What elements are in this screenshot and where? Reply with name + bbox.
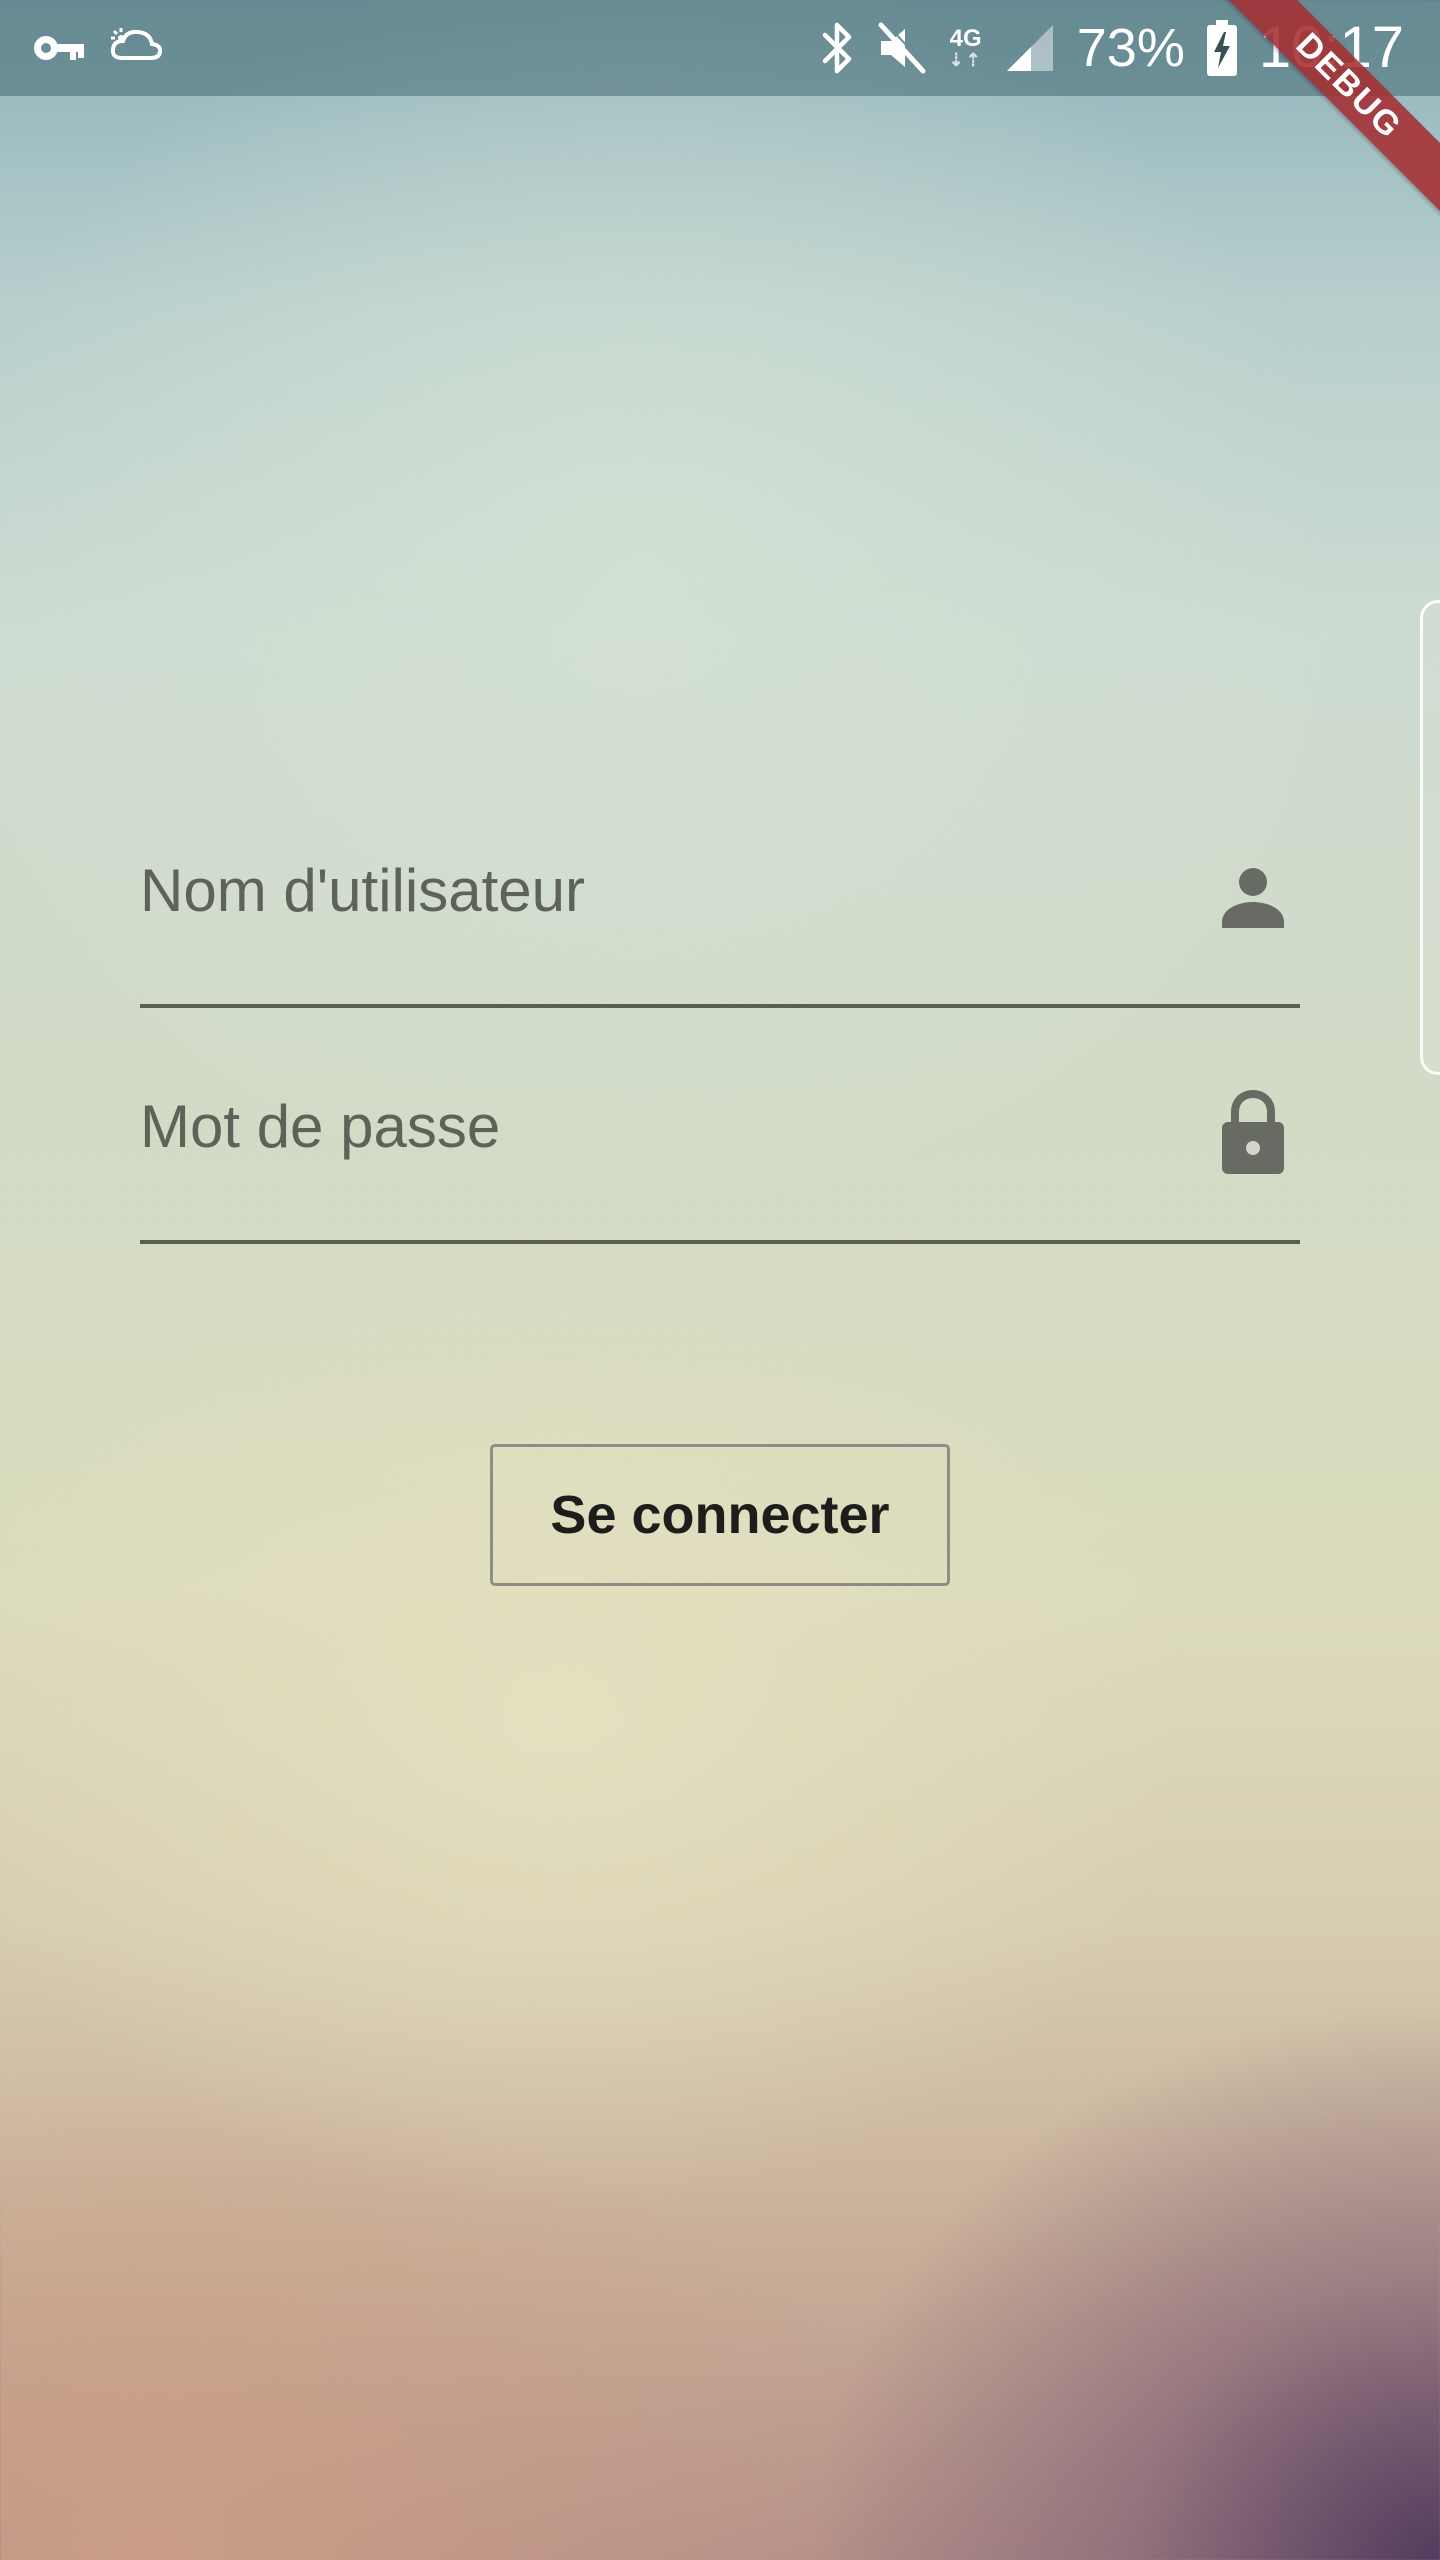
password-input[interactable]: [140, 1066, 1180, 1186]
network-activity-arrows: ⇣⇡: [948, 50, 983, 70]
status-bar-left: [32, 20, 164, 76]
clock: 10:17: [1258, 15, 1404, 80]
battery-charging-icon: [1206, 20, 1237, 76]
username-field: [140, 830, 1300, 1008]
password-field: [140, 1066, 1300, 1244]
vpn-key-icon: [32, 33, 86, 63]
person-icon: [1218, 852, 1288, 942]
status-bar: 4G ⇣⇡ 73% 10:17: [0, 0, 1440, 96]
edge-panel-handle[interactable]: [1420, 600, 1440, 1075]
data-saver-icon: [108, 26, 164, 70]
username-underline: [140, 1004, 1300, 1008]
login-button[interactable]: Se connecter: [490, 1444, 950, 1586]
status-bar-right: 4G ⇣⇡ 73% 10:17: [821, 14, 1404, 82]
mute-icon: [877, 21, 927, 75]
username-input[interactable]: [140, 830, 1180, 950]
network-type-label: 4G: [949, 25, 982, 52]
signal-icon: [1005, 23, 1055, 73]
lock-icon: [1218, 1088, 1288, 1178]
password-underline: [140, 1240, 1300, 1244]
battery-percent: 73%: [1076, 18, 1185, 78]
bluetooth-icon: [821, 21, 855, 75]
network-type-indicator: 4G ⇣⇡: [948, 25, 983, 70]
